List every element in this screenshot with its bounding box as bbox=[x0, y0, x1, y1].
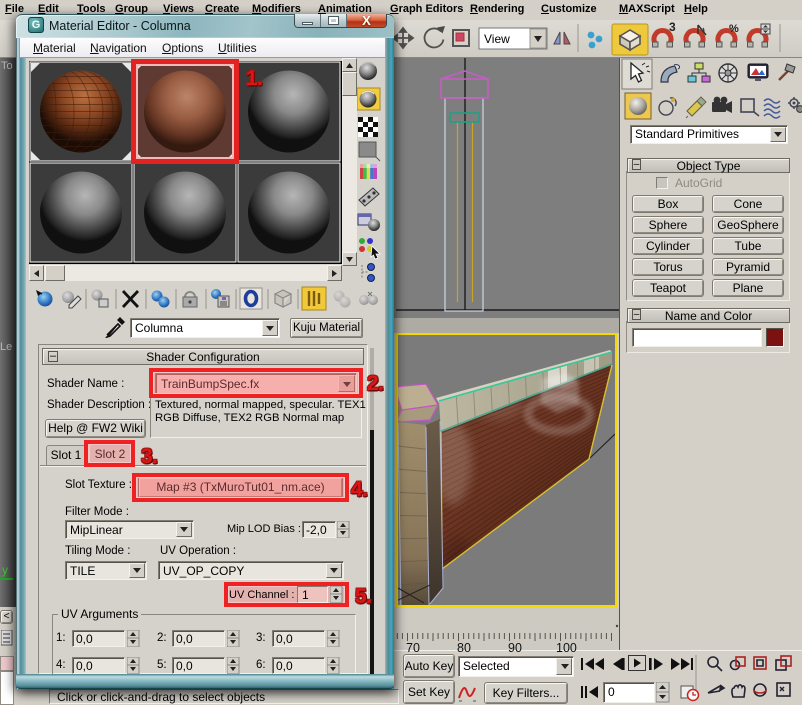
svg-text:%: % bbox=[729, 23, 739, 35]
svg-text:View: View bbox=[484, 32, 510, 46]
svg-text:3: 3 bbox=[669, 22, 676, 34]
